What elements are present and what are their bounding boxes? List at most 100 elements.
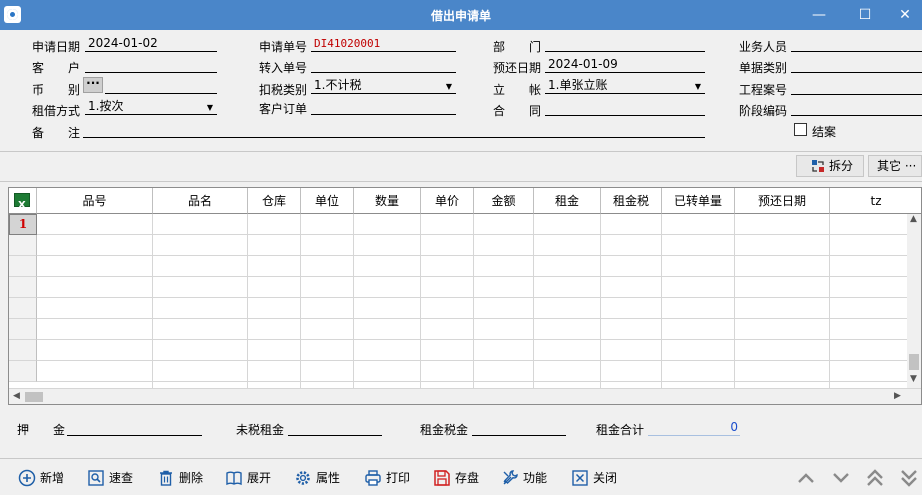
cust-order-label: 客户订单 xyxy=(259,102,308,116)
print-button[interactable]: 打印 xyxy=(364,468,414,488)
next-record-icon[interactable] xyxy=(830,468,852,488)
row-header[interactable] xyxy=(9,361,37,382)
rent-tax-field[interactable] xyxy=(472,420,566,436)
scroll-down-icon[interactable]: ▼ xyxy=(910,374,917,384)
add-button[interactable]: 新增 xyxy=(18,468,68,488)
save-icon xyxy=(434,470,450,486)
col-header-tz[interactable]: tz xyxy=(830,188,921,214)
dept-label: 部 门 xyxy=(493,40,542,54)
untaxed-rent-label: 未税租金 xyxy=(236,423,285,437)
transfer-no-field[interactable] xyxy=(311,57,456,73)
scroll-up-icon[interactable]: ▲ xyxy=(910,214,917,224)
save-label: 存盘 xyxy=(455,471,480,485)
grid-corner[interactable] xyxy=(9,188,37,219)
col-header-unit-price[interactable]: 单价 xyxy=(421,188,474,214)
maximize-button[interactable]: ☐ xyxy=(842,0,888,30)
first-record-icon[interactable] xyxy=(864,468,886,488)
book-icon xyxy=(226,471,242,486)
row-header[interactable] xyxy=(9,319,37,340)
excel-export-icon[interactable] xyxy=(14,193,30,219)
minimize-button[interactable]: — xyxy=(796,0,842,30)
apply-no-field[interactable]: DI41020001 xyxy=(311,36,456,52)
rent-tax-label: 租金税金 xyxy=(420,423,469,437)
delete-label: 删除 xyxy=(179,471,204,485)
properties-button[interactable]: 属性 xyxy=(294,468,344,488)
cust-order-field[interactable] xyxy=(311,99,456,115)
function-label: 功能 xyxy=(523,471,548,485)
doc-type-field[interactable] xyxy=(791,57,922,73)
contract-field[interactable] xyxy=(545,100,705,116)
row-header-selected[interactable]: 1 xyxy=(9,214,37,235)
row-header[interactable] xyxy=(9,235,37,256)
project-field[interactable] xyxy=(791,79,922,95)
customer-field[interactable] xyxy=(85,57,217,73)
function-button[interactable]: 功能 xyxy=(501,468,551,488)
row-header[interactable] xyxy=(9,340,37,361)
untaxed-rent-field[interactable] xyxy=(288,420,382,436)
split-button[interactable]: 拆分 xyxy=(796,155,864,177)
col-header-transferred-qty[interactable]: 已转单量 xyxy=(662,188,735,214)
row-header[interactable] xyxy=(9,277,37,298)
detail-grid[interactable]: 品号 品名 仓库 单位 数量 单价 金额 租金 租金税 已转单量 预还日期 tz… xyxy=(8,187,922,405)
properties-label: 属性 xyxy=(316,471,341,485)
col-header-quantity[interactable]: 数量 xyxy=(354,188,421,214)
col-header-rent-tax[interactable]: 租金税 xyxy=(601,188,662,214)
remark-field[interactable] xyxy=(83,122,705,138)
stage-code-field[interactable] xyxy=(791,100,922,116)
close-button[interactable]: 关闭 xyxy=(571,468,621,488)
col-line xyxy=(152,214,153,390)
prev-record-icon[interactable] xyxy=(795,468,817,488)
save-button[interactable]: 存盘 xyxy=(433,468,483,488)
currency-field[interactable] xyxy=(105,78,217,94)
print-label: 打印 xyxy=(386,471,411,485)
account-select[interactable]: 1.单张立账 xyxy=(545,78,705,94)
col-header-item-no[interactable]: 品号 xyxy=(37,188,153,214)
stage-code-label: 阶段编码 xyxy=(739,104,788,118)
close-window-button[interactable]: ✕ xyxy=(888,0,922,30)
doc-type-label: 单据类别 xyxy=(739,61,788,75)
quick-search-button[interactable]: 速查 xyxy=(87,468,137,488)
add-icon xyxy=(18,469,36,487)
col-header-rent[interactable]: 租金 xyxy=(534,188,601,214)
col-header-unit[interactable]: 单位 xyxy=(301,188,354,214)
tax-type-select[interactable]: 1.不计税 xyxy=(311,78,456,94)
closed-checkbox[interactable] xyxy=(794,123,807,136)
row-header[interactable] xyxy=(9,256,37,277)
col-line xyxy=(661,214,662,390)
apply-date-field[interactable]: 2024-01-02 xyxy=(85,36,217,52)
closed-label: 结案 xyxy=(812,125,837,139)
scroll-right-icon[interactable]: ▶ xyxy=(894,391,901,401)
quick-search-label: 速查 xyxy=(109,471,134,485)
scroll-thumb[interactable] xyxy=(909,354,919,370)
col-header-amount[interactable]: 金额 xyxy=(474,188,534,214)
col-header-item-name[interactable]: 品名 xyxy=(153,188,248,214)
expand-button[interactable]: 展开 xyxy=(225,468,275,488)
col-header-return-date[interactable]: 预还日期 xyxy=(735,188,830,214)
scroll-thumb[interactable] xyxy=(25,392,43,402)
delete-button[interactable]: 删除 xyxy=(157,468,207,488)
other-button[interactable]: 其它 ··· xyxy=(868,155,922,177)
divider xyxy=(0,151,922,152)
salesperson-field[interactable] xyxy=(791,36,922,52)
col-line xyxy=(473,214,474,390)
rent-total-label: 租金合计 xyxy=(596,423,645,437)
last-record-icon[interactable] xyxy=(898,468,920,488)
deposit-field[interactable] xyxy=(67,420,202,436)
row-header[interactable] xyxy=(9,298,37,319)
return-date-field[interactable]: 2024-01-09 xyxy=(545,57,705,73)
salesperson-label: 业务人员 xyxy=(739,40,788,54)
deposit-label: 押 金 xyxy=(17,423,66,437)
vertical-scrollbar[interactable]: ▲ ▼ xyxy=(907,214,921,390)
customer-label: 客 户 xyxy=(32,61,81,75)
split-icon xyxy=(812,160,824,172)
horizontal-scrollbar[interactable]: ◀ ▶ xyxy=(9,388,921,404)
col-line xyxy=(247,214,248,390)
gear-icon xyxy=(296,471,310,485)
rent-mode-label: 租借方式 xyxy=(32,104,81,118)
rent-mode-select[interactable]: 1.按次 xyxy=(85,99,217,115)
dept-field[interactable] xyxy=(545,36,705,52)
scroll-left-icon[interactable]: ◀ xyxy=(13,391,20,401)
close-label: 关闭 xyxy=(593,471,618,485)
currency-picker-button[interactable]: ··· xyxy=(83,77,103,93)
col-header-warehouse[interactable]: 仓库 xyxy=(248,188,301,214)
